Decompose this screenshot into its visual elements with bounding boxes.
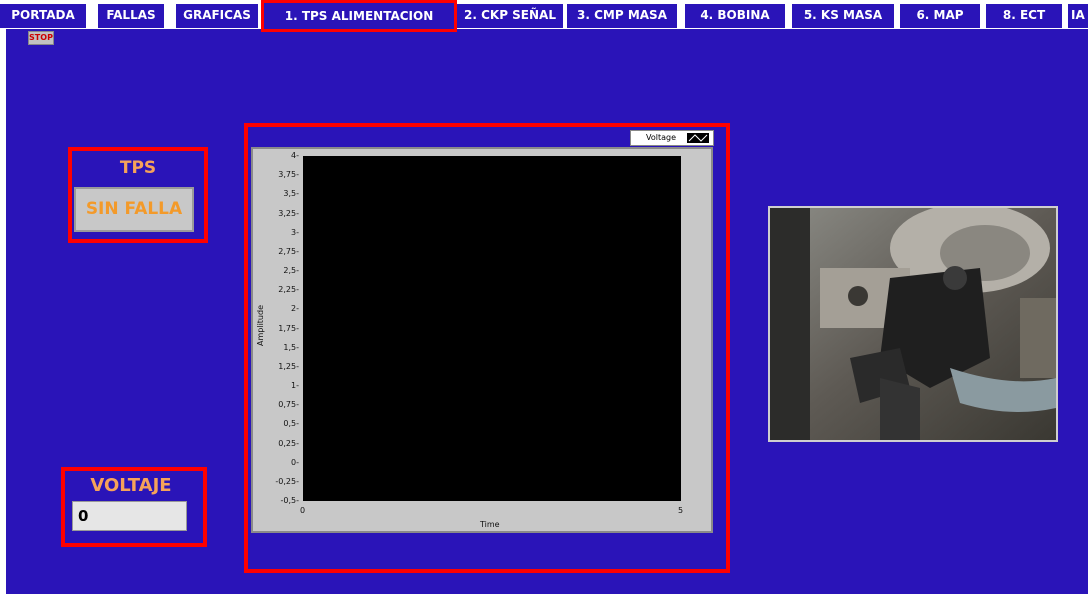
y-tick-label: 2,75- — [278, 246, 299, 256]
y-tick-label: 0,5- — [283, 419, 299, 429]
tab-portada[interactable]: PORTADA — [0, 4, 86, 28]
y-tick-label: 0,75- — [278, 400, 299, 410]
plot-area — [303, 156, 681, 501]
y-tick-label: 3,5- — [283, 189, 299, 199]
tab-graficas[interactable]: GRAFICAS — [176, 4, 258, 28]
tab-ia[interactable]: IA — [1068, 4, 1088, 28]
tps-status-indicator[interactable]: SIN FALLA — [74, 187, 194, 232]
tps-label: TPS — [119, 158, 157, 178]
voltaje-label: VOLTAJE — [90, 475, 172, 496]
plot-legend[interactable]: Voltage — [630, 130, 714, 146]
y-tick-label: 1,5- — [283, 342, 299, 352]
y-tick-label: 3- — [291, 227, 299, 237]
y-tick-label: 2,5- — [283, 266, 299, 275]
legend-series-label: Voltage — [646, 133, 677, 142]
y-tick-label: 3,75- — [278, 170, 299, 180]
stop-button[interactable]: STOP — [28, 31, 54, 45]
tab-map[interactable]: 6. MAP — [900, 4, 980, 28]
y-tick-label: 1,25- — [278, 361, 299, 371]
tab-ks-masa[interactable]: 5. KS MASA — [792, 4, 894, 28]
voltaje-value-field: 0 — [72, 501, 187, 531]
plot-svg — [303, 156, 681, 501]
legend-line-icon — [687, 133, 709, 143]
throttle-position-sensor-photo — [768, 206, 1058, 442]
y-tick-label: 2- — [291, 304, 299, 314]
x-tick-label: 5 — [678, 506, 684, 515]
tab-ect[interactable]: 8. ECT — [986, 4, 1062, 28]
x-tick-label: 0 — [300, 506, 306, 515]
x-axis-title: Time — [480, 520, 500, 529]
tab-ckp-senal[interactable]: 2. CKP SEÑAL — [457, 4, 563, 28]
y-tick-label: 4- — [291, 151, 299, 160]
y-tick-label: 1- — [291, 381, 299, 390]
y-tick-label: 3,25- — [278, 208, 299, 218]
tab-bar: PORTADA FALLAS GRAFICAS 1. TPS ALIMENTAC… — [0, 0, 1088, 32]
y-tick-label: 2,25- — [278, 285, 299, 295]
y-tick-label: -0,25- — [275, 476, 299, 486]
tab-fallas[interactable]: FALLAS — [98, 4, 164, 28]
y-tick-label: -0,5- — [280, 496, 300, 505]
tab-cmp-masa[interactable]: 3. CMP MASA — [567, 4, 677, 28]
y-axis-title: Amplitude — [256, 305, 265, 346]
tab-tps-alimentacion[interactable]: 1. TPS ALIMENTACION — [261, 0, 457, 32]
y-tick-label: 1,75- — [278, 323, 299, 333]
y-tick-label: 0- — [291, 457, 299, 467]
tab-bobina[interactable]: 4. BOBINA — [685, 4, 785, 28]
y-tick-label: 0,25- — [278, 438, 299, 448]
